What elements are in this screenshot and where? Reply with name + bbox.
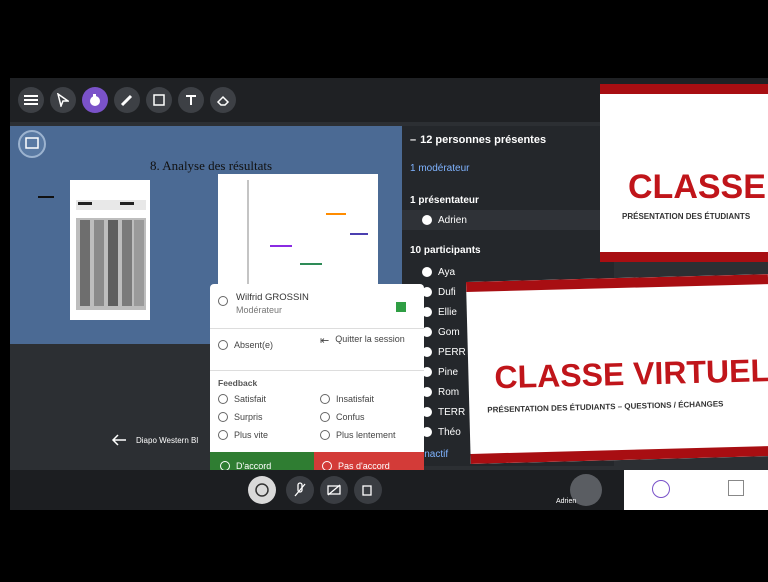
participant-name: Pine <box>438 366 459 378</box>
user-icon <box>218 296 228 306</box>
status-indicator <box>396 302 406 312</box>
absent-option[interactable]: Absent(e) <box>218 340 273 350</box>
divider <box>210 328 424 329</box>
inactive-text: inactif <box>422 448 449 460</box>
slide-options-button[interactable] <box>18 130 46 158</box>
feedback-label: Plus lentement <box>336 430 396 440</box>
menu-user-role: Modérateur <box>236 305 283 315</box>
slide-title: 8. Analyse des résultats <box>150 158 273 173</box>
microphone-button[interactable] <box>286 476 314 504</box>
microphone-off-icon <box>294 482 306 497</box>
menu-user-name: Wilfrid GROSSIN <box>236 292 309 303</box>
participant-name: Rom <box>438 386 460 398</box>
feedback-confused[interactable]: Confus <box>320 412 365 422</box>
participant-name: Ellie <box>438 306 457 318</box>
feedback-label: Surpris <box>234 412 263 422</box>
clock-icon <box>218 340 228 350</box>
shape-tool-button[interactable] <box>146 87 172 113</box>
moderators-label: 1 modérateur <box>410 162 470 174</box>
participant-name: Théo <box>438 426 461 438</box>
user-icon <box>422 267 432 277</box>
presentation-icon <box>25 137 39 149</box>
promo-subtitle-bottom: PRÉSENTATION DES ÉTUDIANTS – QUESTIONS /… <box>487 399 724 415</box>
share-out-icon[interactable] <box>728 480 744 496</box>
presenters-label: 1 présentateur <box>410 194 479 206</box>
share-button[interactable] <box>354 476 382 504</box>
participant-name: Gom <box>438 326 460 338</box>
chat-icon[interactable] <box>652 480 670 498</box>
feedback-label: Confus <box>336 412 365 422</box>
exit-icon: ⇤ <box>320 335 330 347</box>
surprised-icon <box>218 412 228 422</box>
slide-nav-label: Diapo Western Bl <box>136 435 199 445</box>
participants-label: 10 participants <box>410 244 481 256</box>
user-icon <box>422 215 432 225</box>
confused-icon <box>320 412 330 422</box>
moderators-group[interactable]: 1 modérateur <box>402 158 622 178</box>
blot-figure <box>76 200 146 310</box>
share-icon <box>362 485 372 496</box>
pen-icon <box>120 94 133 107</box>
hamburger-icon <box>24 95 38 105</box>
session-window: 8. Analyse des résultats – 12 personnes … <box>10 78 768 510</box>
participant-name: Dufi <box>438 286 456 298</box>
divider <box>210 370 424 371</box>
menu-button[interactable] <box>18 87 44 113</box>
promo-bar <box>600 84 768 94</box>
eraser-tool-button[interactable] <box>210 87 236 113</box>
faster-icon <box>218 430 228 440</box>
feedback-surprised[interactable]: Surpris <box>218 412 263 422</box>
camera-button[interactable] <box>320 476 348 504</box>
leave-label: Quitter la session <box>335 334 405 344</box>
select-tool-button[interactable] <box>50 87 76 113</box>
promo-card-top: CLASSE VI PRÉSENTATION DES ÉTUDIANTS <box>600 84 768 262</box>
status-menu: Wilfrid GROSSIN Modérateur Absent(e) ⇤ Qu… <box>210 284 424 480</box>
feedback-faster[interactable]: Plus vite <box>218 430 268 440</box>
feedback-satisfied[interactable]: Satisfait <box>218 394 266 404</box>
western-blot-image <box>70 180 150 320</box>
pen-tool-button[interactable] <box>114 87 140 113</box>
slower-icon <box>320 430 330 440</box>
square-icon <box>153 94 165 106</box>
side-tabs <box>624 470 768 510</box>
status-button[interactable] <box>248 476 276 504</box>
text-icon <box>186 95 196 105</box>
hand-icon <box>90 94 100 106</box>
promo-subtitle-top: PRÉSENTATION DES ÉTUDIANTS <box>622 212 751 221</box>
feedback-slower[interactable]: Plus lentement <box>320 430 396 440</box>
promo-title-bottom: CLASSE VIRTUELLE- <box>494 350 768 396</box>
slide-mark <box>38 196 54 198</box>
presenter-name: Adrien <box>438 214 467 226</box>
feedback-title: Feedback <box>218 378 258 388</box>
feedback-label: Insatisfait <box>336 394 375 404</box>
status-icon <box>255 483 269 497</box>
text-tool-button[interactable] <box>178 87 204 113</box>
cursor-icon <box>57 93 69 107</box>
promo-card-bottom: CLASSE VIRTUELLE- PRÉSENTATION DES ÉTUDI… <box>466 274 768 464</box>
avatar-label: Adrien <box>556 498 577 505</box>
participants-group: 10 participants <box>402 240 622 260</box>
presenters-group: 1 présentateur <box>402 190 622 210</box>
collapse-icon: – <box>410 134 417 146</box>
leave-session-option[interactable]: ⇤ Quitter la session <box>320 334 406 347</box>
feedback-unsatisfied[interactable]: Insatisfait <box>320 394 374 404</box>
slide-nav[interactable]: Diapo Western Bl <box>110 434 198 446</box>
participant-name: PERR <box>438 346 466 358</box>
feedback-label: Satisfait <box>234 394 267 404</box>
participant-name: Aya <box>438 266 456 278</box>
camera-off-icon <box>327 484 341 496</box>
frown-icon <box>320 394 330 404</box>
feedback-label: Plus vite <box>234 430 269 440</box>
absent-label: Absent(e) <box>234 340 274 350</box>
promo-bar <box>600 252 768 262</box>
participants-count: 12 personnes présentes <box>420 134 547 146</box>
arrow-left-icon <box>111 434 126 446</box>
participants-header[interactable]: – 12 personnes présentes <box>402 130 622 150</box>
participant-name: TERR <box>438 406 466 418</box>
menu-user-header: Wilfrid GROSSIN Modérateur <box>218 292 309 315</box>
eraser-icon <box>216 95 230 106</box>
pointer-tool-button[interactable] <box>82 87 108 113</box>
smile-icon <box>218 394 228 404</box>
promo-title-top: CLASSE VI <box>628 168 768 206</box>
